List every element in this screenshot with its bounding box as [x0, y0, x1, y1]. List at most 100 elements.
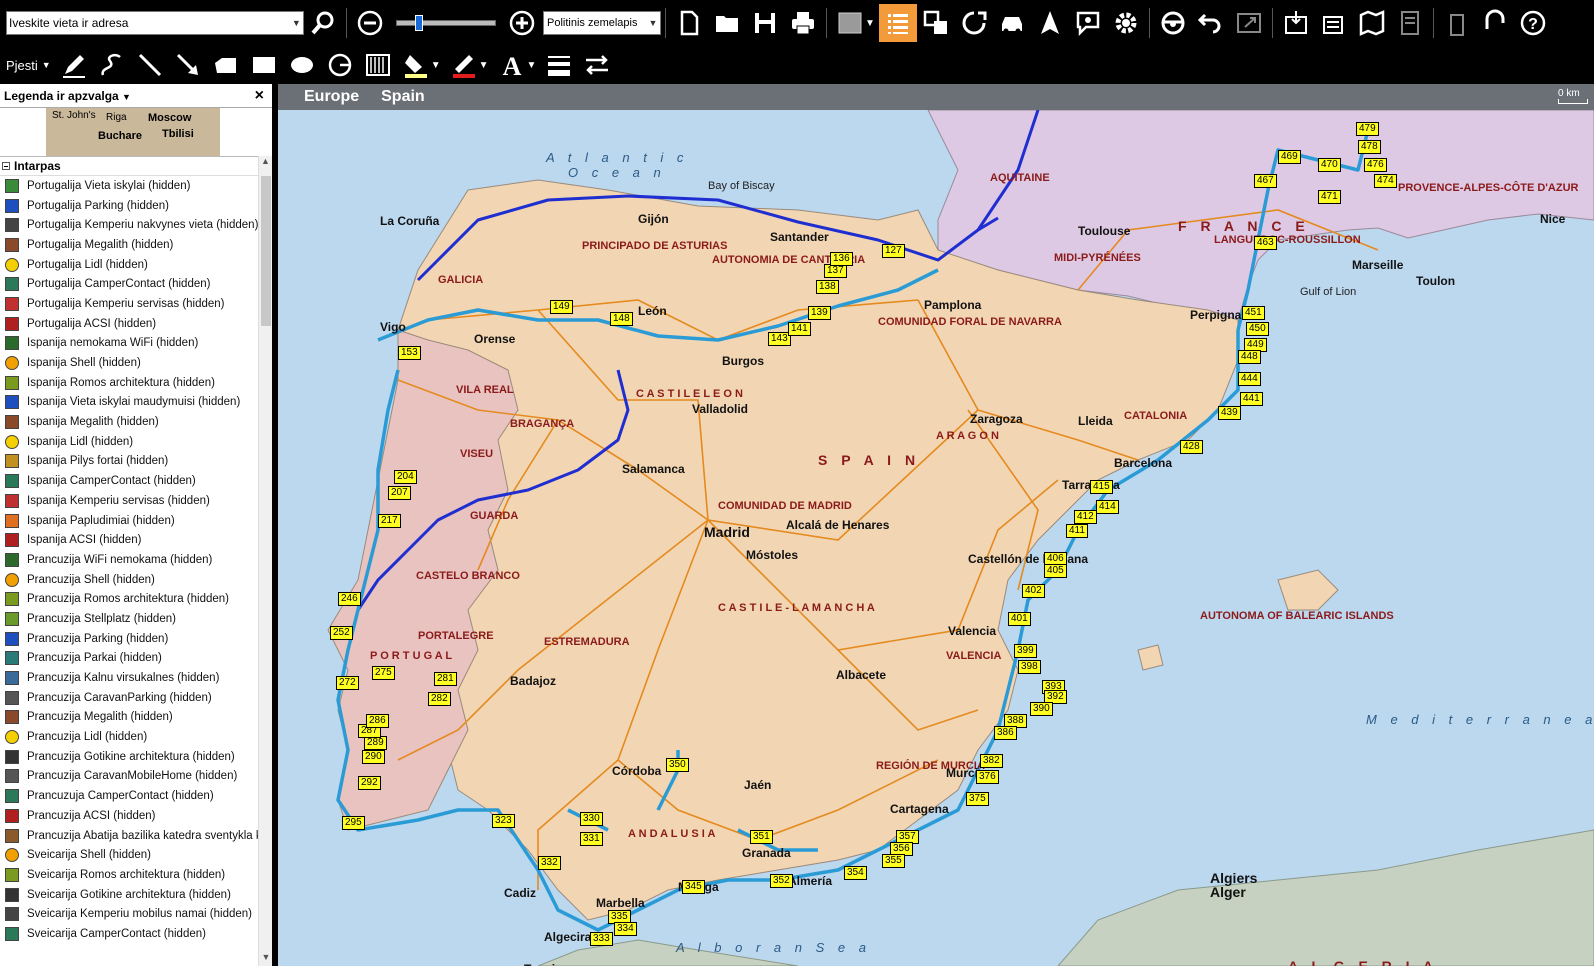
feedback-icon[interactable] — [1476, 4, 1514, 42]
layer-item[interactable]: Ispanija Papludimiai (hidden) — [0, 511, 258, 531]
route-stop-marker[interactable]: 428 — [1180, 440, 1203, 454]
layer-item[interactable]: Prancuzija Shell (hidden) — [0, 570, 258, 590]
layer-item[interactable]: Portugalija Vieta iskylai (hidden) — [0, 176, 258, 196]
open-folder-icon[interactable] — [708, 4, 746, 42]
route-stop-marker[interactable]: 355 — [882, 854, 905, 868]
panel-scrollbar[interactable]: ▲ ▼ — [258, 156, 272, 966]
route-stop-marker[interactable]: 414 — [1096, 500, 1119, 514]
steering-wheel-icon[interactable] — [1154, 4, 1192, 42]
close-icon[interactable]: × — [255, 87, 264, 105]
chevron-down-icon[interactable]: ▼ — [527, 60, 537, 71]
overview-minimap[interactable]: St. John's Riga Moscow Buchare Tbilisi — [0, 108, 272, 156]
collapse-icon[interactable] — [2, 162, 10, 170]
scroll-down-icon[interactable]: ▼ — [259, 952, 273, 966]
find-place-icon[interactable] — [1069, 4, 1107, 42]
route-stop-marker[interactable]: 217 — [378, 514, 401, 528]
route-stop-marker[interactable]: 138 — [816, 280, 839, 294]
route-stop-marker[interactable]: 412 — [1074, 510, 1097, 524]
layer-item[interactable]: Ispanija CamperContact (hidden) — [0, 471, 258, 491]
arrow-line-icon[interactable] — [169, 46, 207, 84]
route-stop-marker[interactable]: 390 — [1030, 702, 1053, 716]
route-stop-marker[interactable]: 149 — [550, 300, 573, 314]
layer-item[interactable]: Sveicarija Gotikine architektura (hidden… — [0, 885, 258, 905]
zoom-track[interactable] — [396, 20, 496, 26]
folded-map-icon[interactable] — [1353, 4, 1391, 42]
route-stop-marker[interactable]: 331 — [580, 832, 603, 846]
search-dropdown-icon[interactable]: ▼ — [290, 18, 303, 28]
layer-item[interactable]: Prancuzija CaravanMobileHome (hidden) — [0, 767, 258, 787]
section-header[interactable]: Intarpas — [0, 156, 272, 176]
route-stop-marker[interactable]: 286 — [366, 714, 389, 728]
chevron-down-icon[interactable]: ▼ — [431, 60, 441, 71]
route-stop-marker[interactable]: 441 — [1240, 392, 1263, 406]
route-stop-marker[interactable]: 399 — [1014, 644, 1037, 658]
route-stop-marker[interactable]: 295 — [342, 816, 365, 830]
chevron-down-icon[interactable]: ▼ — [42, 60, 51, 70]
zoom-in-icon[interactable] — [503, 4, 541, 42]
route-stop-marker[interactable]: 444 — [1238, 372, 1261, 386]
route-stop-marker[interactable]: 386 — [994, 726, 1017, 740]
line-icon[interactable] — [131, 46, 169, 84]
zoom-thumb[interactable] — [415, 15, 423, 31]
chevron-down-icon[interactable]: ▼ — [122, 92, 131, 102]
layer-item[interactable]: Prancuzija Abatija bazilika katedra sven… — [0, 826, 258, 846]
route-stop-marker[interactable]: 332 — [538, 856, 561, 870]
search-combo[interactable]: ▼ — [6, 11, 304, 35]
polygon-icon[interactable] — [207, 46, 245, 84]
route-stop-marker[interactable]: 333 — [590, 932, 613, 946]
route-stop-marker[interactable]: 479 — [1356, 122, 1379, 136]
zoom-out-icon[interactable] — [351, 4, 389, 42]
route-stop-marker[interactable]: 141 — [788, 322, 811, 336]
chevron-down-icon[interactable]: ▼ — [865, 18, 875, 29]
route-stop-marker[interactable]: 405 — [1044, 564, 1067, 578]
route-stop-marker[interactable]: 376 — [976, 770, 999, 784]
route-stop-marker[interactable]: 252 — [330, 626, 353, 640]
layer-item[interactable]: Portugalija Megalith (hidden) — [0, 235, 258, 255]
map-type-select[interactable]: Politinis zemelapis ▼ — [543, 11, 661, 35]
rectangle-icon[interactable] — [245, 46, 283, 84]
route-stop-marker[interactable]: 402 — [1022, 584, 1045, 598]
route-stop-marker[interactable]: 330 — [580, 812, 603, 826]
route-stop-marker[interactable]: 352 — [770, 874, 793, 888]
layer-item[interactable]: Ispanija Vieta iskylai maudymuisi (hidde… — [0, 393, 258, 413]
draw-menu[interactable]: Pjesti ▼ — [6, 58, 51, 73]
route-stop-marker[interactable]: 351 — [750, 830, 773, 844]
layer-item[interactable]: Prancuzija Gotikine architektura (hidden… — [0, 747, 258, 767]
layer-item[interactable]: Ispanija Megalith (hidden) — [0, 412, 258, 432]
route-stop-marker[interactable]: 450 — [1246, 322, 1269, 336]
layer-item[interactable]: Prancuzija Lidl (hidden) — [0, 727, 258, 747]
route-stop-marker[interactable]: 470 — [1318, 158, 1341, 172]
gear-icon[interactable] — [1107, 4, 1145, 42]
layer-item[interactable]: Ispanija Kemperiu servisas (hidden) — [0, 491, 258, 511]
route-stop-marker[interactable]: 289 — [364, 736, 387, 750]
route-stop-marker[interactable]: 137 — [824, 264, 847, 278]
device-transfer-icon[interactable] — [1438, 4, 1476, 42]
layer-item[interactable]: Prancuzija Parkai (hidden) — [0, 649, 258, 669]
layer-item[interactable]: Ispanija Pilys fortai (hidden) — [0, 452, 258, 472]
route-stop-marker[interactable]: 411 — [1066, 524, 1088, 538]
ellipse-icon[interactable] — [283, 46, 321, 84]
layer-item[interactable]: Ispanija Lidl (hidden) — [0, 432, 258, 452]
layer-item[interactable]: Prancuzija WiFi nemokama (hidden) — [0, 550, 258, 570]
route-stop-marker[interactable]: 478 — [1358, 140, 1381, 154]
export-data-icon[interactable] — [1315, 4, 1353, 42]
scroll-up-icon[interactable]: ▲ — [259, 156, 272, 172]
route-stop-marker[interactable]: 474 — [1374, 174, 1397, 188]
layer-item[interactable]: Portugalija CamperContact (hidden) — [0, 274, 258, 294]
layer-item[interactable]: Prancuzija Kalnu virsukalnes (hidden) — [0, 668, 258, 688]
layer-item[interactable]: Prancuzuja CamperContact (hidden) — [0, 786, 258, 806]
layer-item[interactable]: Sveicarija Kemperiu mobilus namai (hidde… — [0, 904, 258, 924]
radius-circle-icon[interactable] — [321, 46, 359, 84]
route-stop-marker[interactable]: 439 — [1218, 406, 1241, 420]
layer-item[interactable]: Prancuzija Stellplatz (hidden) — [0, 609, 258, 629]
route-stop-marker[interactable]: 139 — [808, 306, 831, 320]
pattern-fill-icon[interactable] — [359, 46, 397, 84]
route-stop-marker[interactable]: 398 — [1018, 660, 1041, 674]
fill-color-icon[interactable] — [397, 46, 435, 84]
route-stop-marker[interactable]: 382 — [980, 754, 1003, 768]
route-stop-marker[interactable]: 415 — [1090, 480, 1113, 494]
route-stop-marker[interactable]: 292 — [358, 776, 381, 790]
map-view[interactable]: Europe Spain 0 km A t l a n t i c O c e … — [278, 84, 1594, 966]
minimap-image[interactable]: St. John's Riga Moscow Buchare Tbilisi — [46, 108, 220, 156]
route-stop-marker[interactable]: 148 — [610, 312, 633, 326]
